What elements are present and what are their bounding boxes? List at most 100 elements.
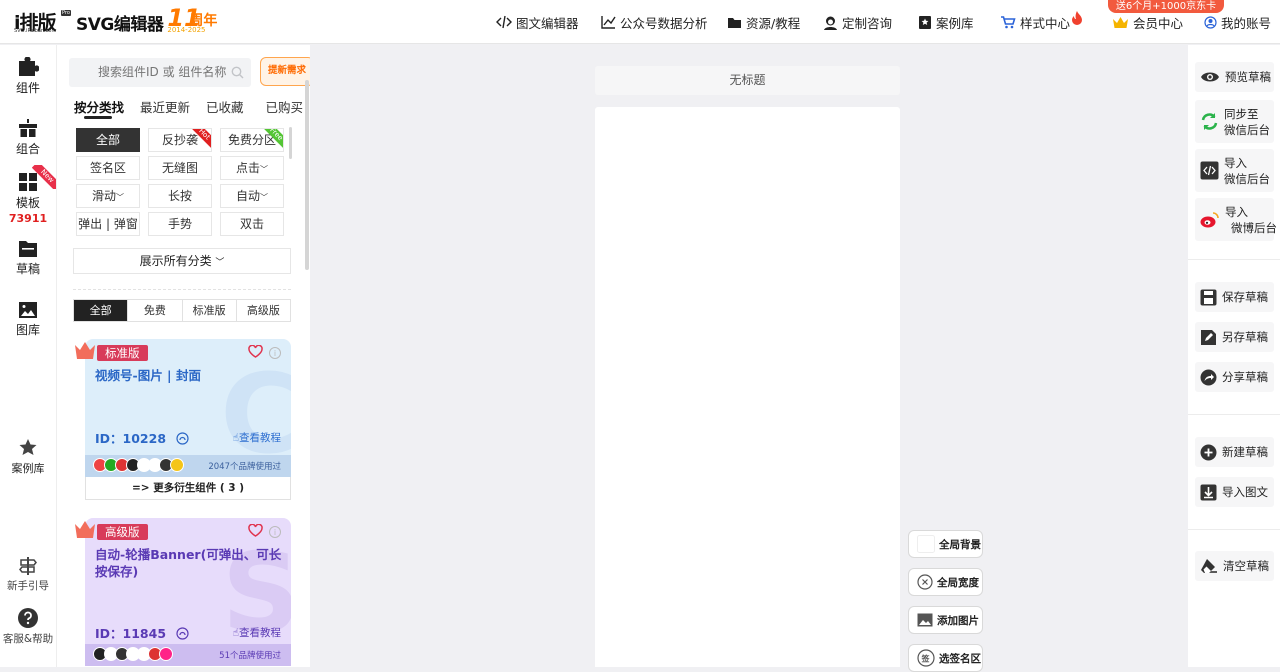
tier-all[interactable]: 全部 xyxy=(74,300,129,321)
category-signature[interactable]: 签名区 xyxy=(76,156,140,180)
rail-guide[interactable]: 新手引导 xyxy=(0,556,56,593)
global-background-button[interactable]: 全局背景 xyxy=(908,530,983,558)
search-icon[interactable] xyxy=(231,66,244,79)
category-click[interactable]: 点击﹀ xyxy=(220,156,284,180)
user-circle-icon xyxy=(1204,15,1217,29)
top-bar: i排版 Pro SVG.iPaiban.com SVG编辑器 11 周年 201… xyxy=(0,0,1280,44)
chevron-down-icon: ﹀ xyxy=(116,193,124,202)
tab-recent[interactable]: 最近更新 xyxy=(140,97,190,116)
panel-scrollbar[interactable] xyxy=(305,80,309,270)
preview-draft-button[interactable]: 预览草稿 xyxy=(1195,62,1274,92)
add-image-button[interactable]: 添加图片 xyxy=(908,606,983,634)
tier-badge: 标准版 xyxy=(97,345,148,361)
save-draft-button[interactable]: 保存草稿 xyxy=(1195,282,1274,312)
logo-domain: SVG.iPaiban.com xyxy=(14,28,57,34)
nav-vip[interactable]: 会员中心 xyxy=(1112,12,1183,32)
close-circle-icon xyxy=(917,574,933,590)
request-button[interactable]: 提新需求 xyxy=(260,57,310,86)
tab-favorites[interactable]: 已收藏 xyxy=(206,97,244,116)
info-icon[interactable]: i xyxy=(269,526,281,538)
category-popup[interactable]: 弹出 | 弹窗 xyxy=(76,212,140,236)
tutorial-link[interactable]: ☝查看教程 xyxy=(233,430,281,445)
category-all[interactable]: 全部 xyxy=(76,128,140,152)
category-anti-copy[interactable]: 反抄袭 Hot xyxy=(148,128,212,152)
tutorial-link[interactable]: ☝查看教程 xyxy=(233,625,281,640)
plus-circle-icon xyxy=(1200,444,1217,460)
nav-cases[interactable]: 案例库 xyxy=(918,12,974,32)
import-article-button[interactable]: 导入图文 xyxy=(1195,477,1274,507)
import-weibo-button[interactable]: 导入 微博后台 xyxy=(1195,198,1277,241)
copy-icon[interactable] xyxy=(176,432,189,445)
card-title: 自动-轮播Banner(可弹出、可长按保存) xyxy=(95,547,282,579)
save-as-draft-button[interactable]: 另存草稿 xyxy=(1195,322,1274,352)
heart-icon[interactable] xyxy=(248,524,263,537)
share-draft-button[interactable]: 分享草稿 xyxy=(1195,362,1274,392)
import-wechat-button[interactable]: 导入 微信后台 xyxy=(1195,149,1274,192)
drafts-icon xyxy=(19,241,37,257)
rail-combos[interactable]: 组合 xyxy=(0,118,56,157)
rail-templates[interactable]: New 模板 73911 xyxy=(0,165,56,225)
heart-icon[interactable] xyxy=(248,345,263,358)
templates-count: 73911 xyxy=(8,212,48,225)
signature-icon: 签 xyxy=(917,649,935,667)
rail-gallery[interactable]: 图库 xyxy=(0,301,56,338)
expand-categories-button[interactable]: 展示所有分类 ﹀ xyxy=(73,248,291,274)
rail-cases[interactable]: 案例库 xyxy=(0,438,56,476)
folder-icon xyxy=(728,17,741,28)
rail-drafts[interactable]: 草稿 xyxy=(0,240,56,277)
sync-wechat-button[interactable]: 同步至 微信后台 xyxy=(1195,100,1274,143)
signature-area-button[interactable]: 签 选签名区 xyxy=(908,644,983,672)
copy-icon[interactable] xyxy=(176,627,189,640)
tier-free[interactable]: 免费 xyxy=(128,300,183,321)
info-icon[interactable]: i xyxy=(269,347,281,359)
image-icon xyxy=(917,613,933,627)
brand-avatars xyxy=(93,647,173,661)
divider xyxy=(1188,414,1280,415)
nav-editor[interactable]: 图文编辑器 xyxy=(496,12,579,32)
puzzle-icon xyxy=(19,57,39,76)
category-long-press[interactable]: 长按 xyxy=(148,184,212,208)
fire-icon xyxy=(1072,10,1083,25)
nav-account[interactable]: 我的账号 xyxy=(1204,12,1271,32)
nav-resources[interactable]: 资源/教程 xyxy=(727,12,800,32)
category-auto[interactable]: 自动﹀ xyxy=(220,184,284,208)
logo-badge: Pro xyxy=(61,10,71,16)
category-scrollbar[interactable] xyxy=(289,127,292,159)
crown-icon xyxy=(1113,16,1128,28)
document-title[interactable]: 无标题 xyxy=(595,66,900,95)
user-headset-icon xyxy=(824,16,837,30)
nav-custom[interactable]: 定制咨询 xyxy=(823,12,892,32)
clear-draft-button[interactable]: 清空草稿 xyxy=(1195,551,1274,581)
sync-icon xyxy=(1201,113,1218,130)
divider xyxy=(1188,529,1280,530)
card-id: ID：10228 xyxy=(95,428,189,447)
rail-help[interactable]: 客服&帮助 xyxy=(0,607,56,646)
global-width-button[interactable]: 全局宽度 xyxy=(908,568,983,596)
category-double-tap[interactable]: 双击 xyxy=(220,212,284,236)
component-card[interactable]: S 高级版 i 自动-轮播Banner(可弹出、可长按保存) ID：11845 … xyxy=(85,518,291,666)
tier-advanced[interactable]: 高级版 xyxy=(237,300,290,321)
nav-styles[interactable]: 样式中心 xyxy=(1000,10,1087,32)
category-gesture[interactable]: 手势 xyxy=(148,212,212,236)
svg-text:签: 签 xyxy=(921,654,931,664)
code-icon xyxy=(496,15,512,29)
new-draft-button[interactable]: 新建草稿 xyxy=(1195,437,1274,467)
search-input[interactable] xyxy=(69,58,251,87)
category-free[interactable]: 免费分区 Free xyxy=(220,128,284,152)
tab-by-category[interactable]: 按分类找 xyxy=(74,97,124,119)
rail-components[interactable]: 组件 xyxy=(0,57,56,96)
crown-badge-icon xyxy=(75,521,95,538)
brand-usage-count: 51个品牌使用过 xyxy=(219,651,281,661)
tier-standard[interactable]: 标准版 xyxy=(183,300,237,321)
category-slide[interactable]: 滑动﹀ xyxy=(76,184,140,208)
image-icon xyxy=(19,302,37,318)
nav-analytics[interactable]: 公众号数据分析 xyxy=(601,12,708,32)
more-derivatives-button[interactable]: => 更多衍生组件 ( 3 ) xyxy=(85,477,291,500)
editor-canvas[interactable] xyxy=(595,107,900,667)
panel-tabs: 按分类找 最近更新 已收藏 已购买 xyxy=(74,97,310,119)
category-seamless[interactable]: 无缝图 xyxy=(148,156,212,180)
tab-purchased[interactable]: 已购买 xyxy=(266,97,304,116)
logo[interactable]: i排版 Pro SVG.iPaiban.com SVG编辑器 11 周年 201… xyxy=(14,4,217,36)
download-box-icon xyxy=(1200,484,1217,500)
component-card[interactable]: C 标准版 i 视频号-图片 | 封面 ID：10228 ☝查看教程 2047个… xyxy=(85,339,291,477)
